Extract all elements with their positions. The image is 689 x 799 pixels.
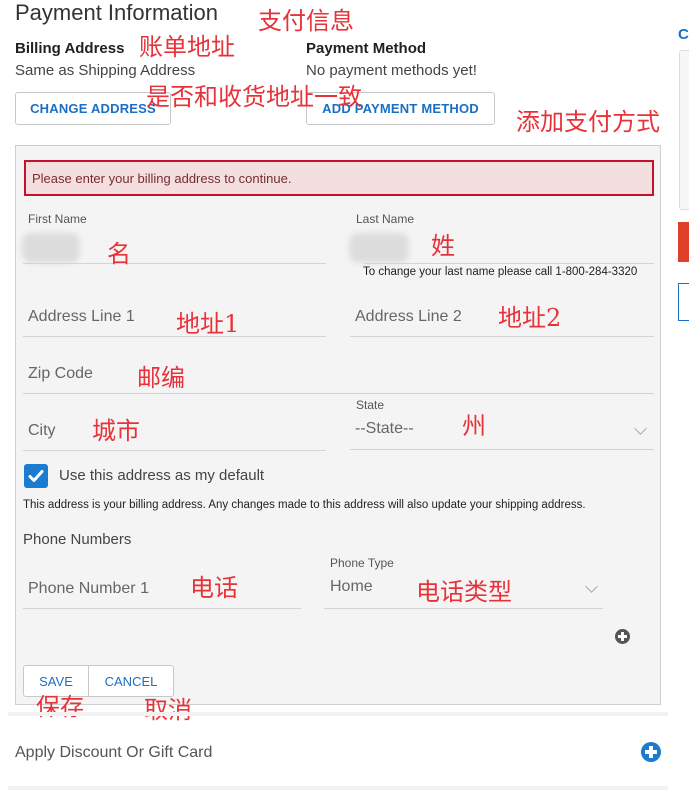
annotation-cancel: 取消	[144, 696, 192, 724]
sidebar-outline-button[interactable]	[678, 283, 689, 321]
annotation-city: 城市	[92, 417, 140, 445]
annotation-zip: 邮编	[137, 364, 185, 392]
sidebar-card	[679, 50, 689, 210]
billing-note: This address is your billing address. An…	[23, 499, 586, 511]
phone-type-chevron-down-icon	[585, 580, 598, 593]
billing-address-form: Please enter your billing address to con…	[15, 145, 661, 705]
annotation-phone-type: 电话类型	[416, 578, 512, 606]
sidebar-heading-fragment: C	[678, 26, 689, 43]
state-label: State	[356, 398, 385, 412]
page-title: Payment Information	[15, 0, 218, 25]
annotation-payment-info: 支付信息	[258, 7, 354, 35]
address-line-2-input[interactable]	[350, 336, 654, 337]
phone-number-1-placeholder: Phone Number 1	[28, 580, 149, 597]
last-name-input[interactable]	[364, 263, 654, 264]
phone-type-select[interactable]	[324, 608, 603, 609]
annotation-last-name: 姓	[431, 232, 455, 260]
first-name-redacted-value	[22, 233, 80, 263]
zip-code-placeholder: Zip Code	[28, 365, 93, 382]
state-select[interactable]	[350, 449, 654, 450]
address-line-1-input[interactable]	[23, 336, 326, 337]
annotation-first-name: 名	[107, 240, 131, 268]
annotation-address2: 地址2	[498, 304, 562, 332]
section-divider	[8, 712, 668, 716]
error-alert: Please enter your billing address to con…	[24, 160, 654, 196]
last-name-note: To change your last name please call 1-8…	[363, 266, 638, 278]
checkmark-icon	[28, 470, 44, 482]
annotation-add-payment: 添加支付方式	[516, 108, 660, 136]
address-line-2-placeholder: Address Line 2	[355, 308, 462, 325]
billing-address-status: Same as Shipping Address	[15, 62, 196, 79]
first-name-input[interactable]	[23, 263, 326, 264]
annotation-same-as-shipping: 是否和收货地址一致	[146, 83, 362, 111]
zip-code-input[interactable]	[23, 393, 654, 394]
phone-type-label: Phone Type	[330, 556, 394, 570]
apply-discount-label[interactable]: Apply Discount Or Gift Card	[15, 744, 212, 762]
state-chevron-down-icon	[634, 422, 647, 435]
sidebar-red-button[interactable]	[678, 222, 689, 262]
phone-numbers-heading: Phone Numbers	[23, 531, 132, 548]
cancel-button[interactable]: CANCEL	[88, 666, 173, 696]
payment-method-heading: Payment Method	[306, 40, 427, 57]
payment-method-status: No payment methods yet!	[306, 62, 477, 79]
save-button[interactable]: SAVE	[24, 666, 88, 696]
state-select-value: --State--	[355, 420, 414, 437]
annotation-state: 州	[462, 412, 486, 440]
apply-discount-expand-button[interactable]	[641, 742, 661, 762]
annotation-billing-address: 账单地址	[139, 33, 235, 61]
address-line-1-placeholder: Address Line 1	[28, 308, 135, 325]
city-placeholder: City	[28, 422, 56, 439]
add-phone-button[interactable]	[615, 629, 630, 644]
last-name-label: Last Name	[356, 212, 415, 226]
first-name-label: First Name	[28, 212, 87, 226]
annotation-address1: 地址1	[176, 310, 240, 338]
last-name-redacted-value	[349, 233, 409, 263]
annotation-phone: 电话	[190, 574, 238, 602]
phone-number-1-input[interactable]	[23, 608, 301, 609]
phone-type-select-value: Home	[330, 578, 373, 595]
default-address-checkbox[interactable]	[24, 464, 48, 488]
section-divider	[8, 786, 668, 790]
billing-address-heading: Billing Address	[15, 40, 125, 57]
city-input[interactable]	[23, 450, 326, 451]
default-address-label: Use this address as my default	[59, 467, 265, 484]
